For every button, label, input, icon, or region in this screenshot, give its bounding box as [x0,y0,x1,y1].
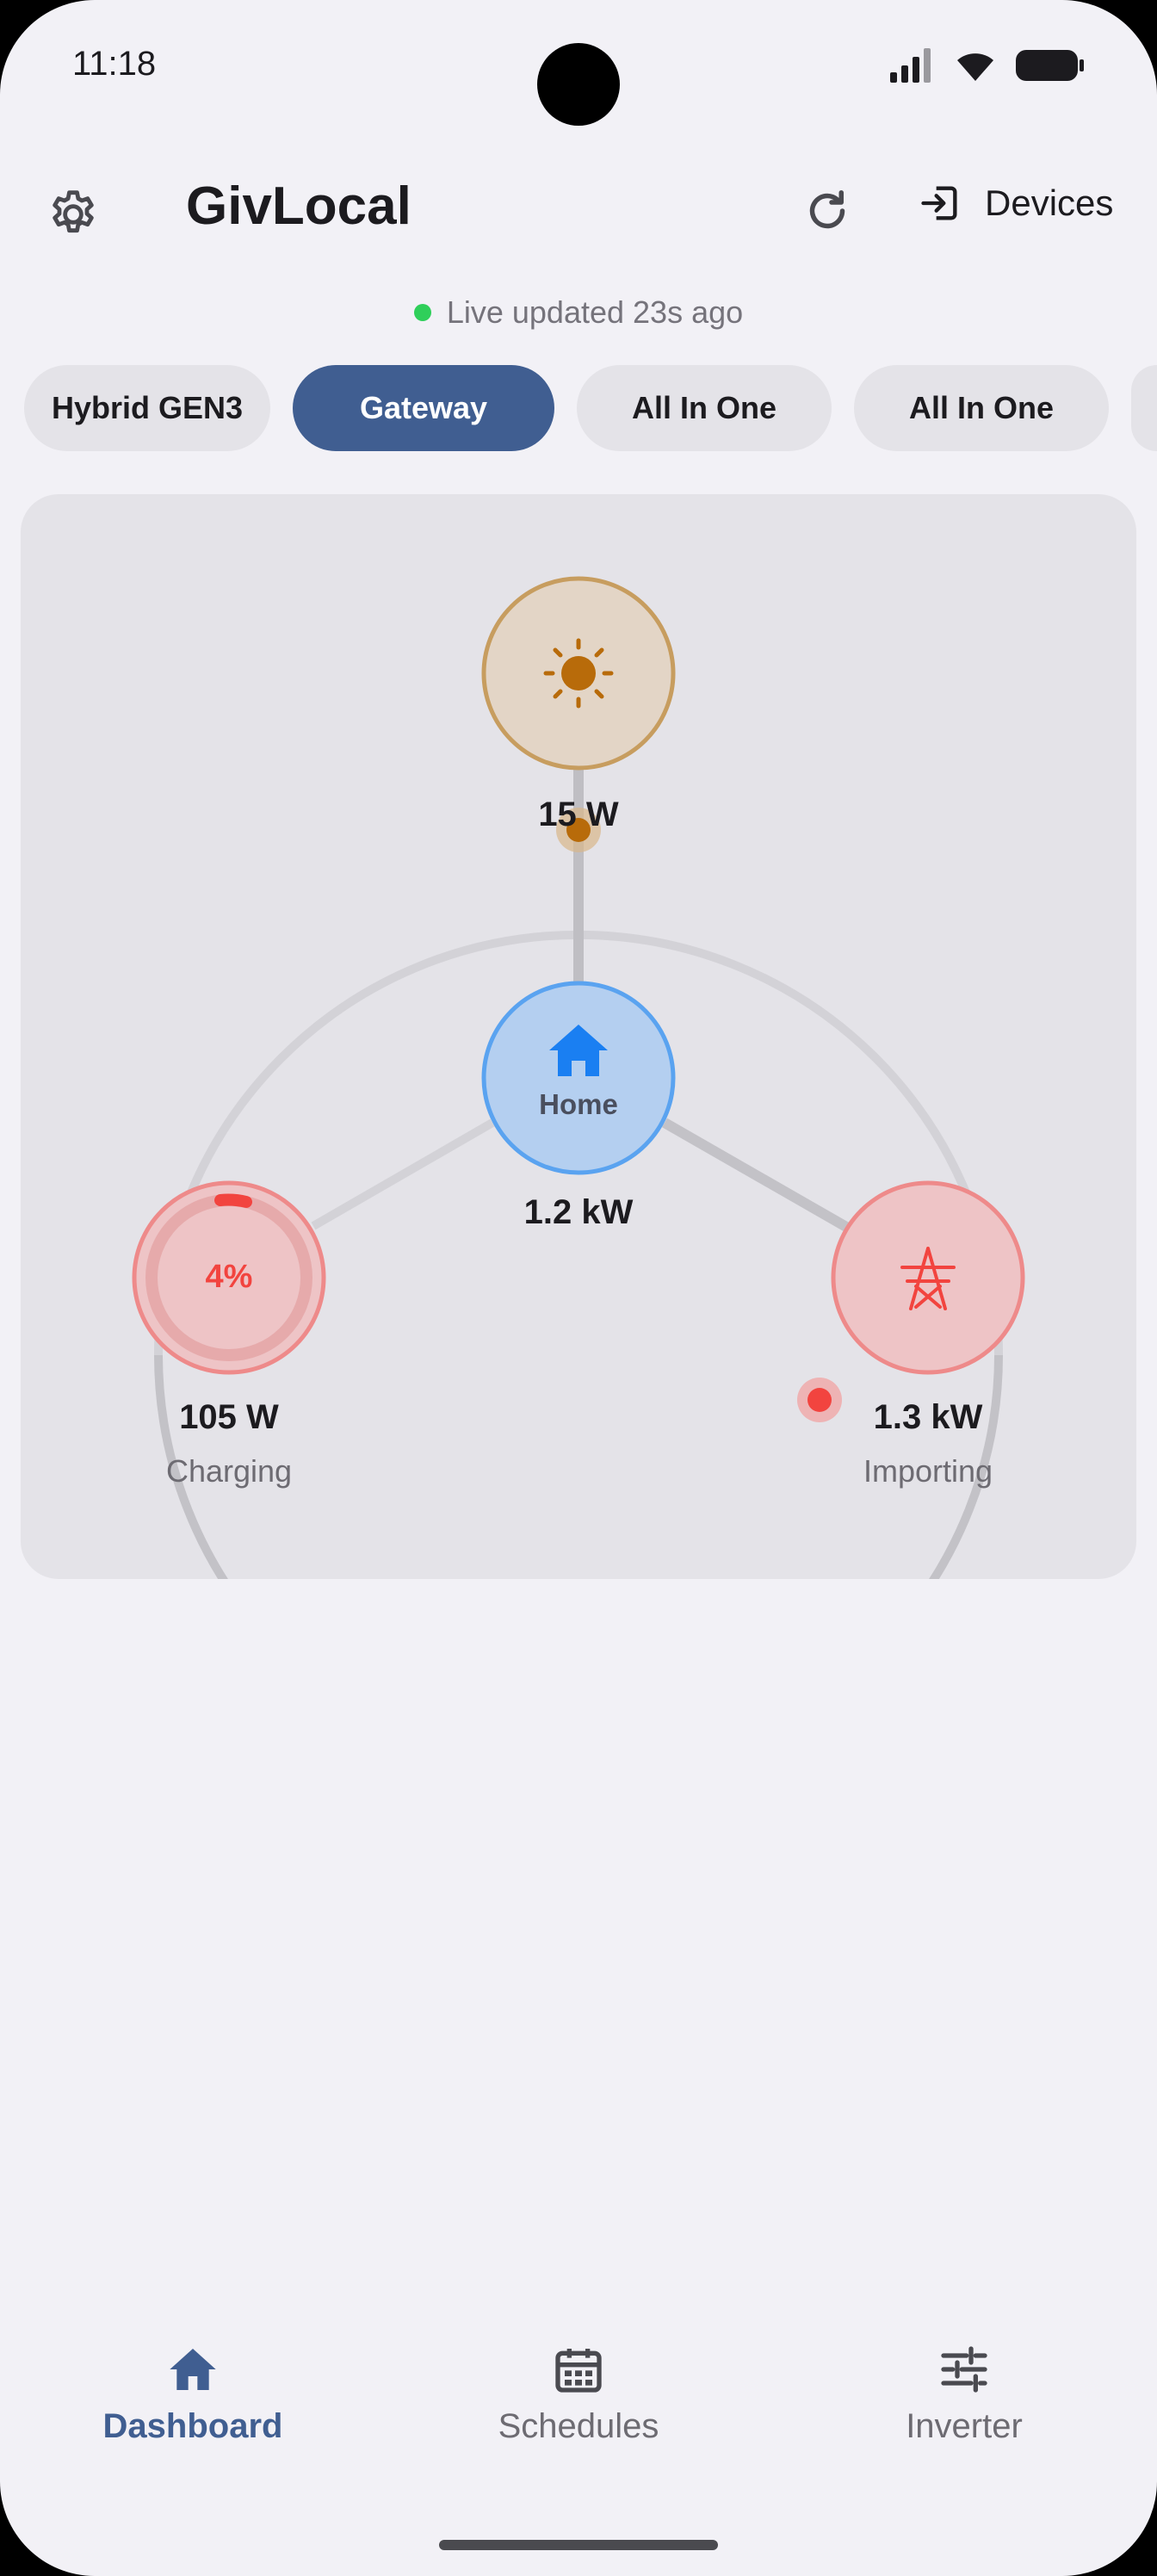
status-time: 11:18 [72,45,157,83]
home-label: Home [539,1088,618,1120]
battery-value: 105 W [179,1398,279,1436]
phone-screen: 11:18 GivLocal Devices Live updated 23s … [0,0,1157,2576]
chip-overflow[interactable] [1131,365,1157,451]
nav-schedules-label: Schedules [498,2407,659,2445]
chip-all-in-one-2[interactable]: All In One [854,365,1109,451]
gear-icon [53,190,94,233]
app-title: GivLocal [186,176,411,236]
nav-schedules[interactable]: Schedules [449,2342,708,2446]
nav-dashboard[interactable]: Dashboard [64,2342,322,2446]
home-indicator[interactable] [439,2540,718,2550]
live-dot [413,304,431,321]
grid-node [831,1180,1025,1375]
battery-icon [1016,50,1084,81]
calendar-icon [555,2349,602,2393]
home-node [481,981,676,1175]
nav-inverter-label: Inverter [906,2407,1023,2445]
solar-value: 15 W [538,796,619,833]
devices-label: Devices [985,183,1114,223]
signal-icon [890,48,931,83]
wifi-icon [957,53,993,81]
chip-gateway[interactable]: Gateway [293,365,554,451]
battery-status: Charging [165,1453,293,1489]
chip-hybrid-gen3[interactable]: Hybrid GEN3 [24,365,270,451]
chip-all-in-one-1[interactable]: All In One [577,365,832,451]
grid-status: Importing [863,1453,993,1489]
grid-value: 1.3 kW [873,1398,983,1436]
nav-dashboard-label: Dashboard [102,2407,283,2445]
home-value: 1.2 kW [523,1193,634,1231]
refresh-icon [809,190,845,229]
refresh-button[interactable] [789,172,866,250]
device-chips: Hybrid GEN3 Gateway All In One All In On… [24,365,1157,451]
battery-level-arc [214,1193,252,1208]
energy-flow-card: 15 W Home 1.2 kW 4% 105 W Charging 1.3 k… [21,494,1136,1579]
battery-percent: 4% [205,1259,253,1295]
live-text: Live updated 23s ago [446,294,744,330]
login-arrow-icon [921,186,957,220]
devices-button[interactable]: Devices [918,181,1113,226]
nav-inverter[interactable]: Inverter [835,2342,1093,2446]
camera-cutout [537,43,620,126]
sliders-icon [941,2346,987,2393]
house-icon [170,2349,216,2390]
live-status: Live updated 23s ago [0,294,1157,331]
status-icons [890,48,1085,83]
settings-button[interactable] [34,176,112,253]
